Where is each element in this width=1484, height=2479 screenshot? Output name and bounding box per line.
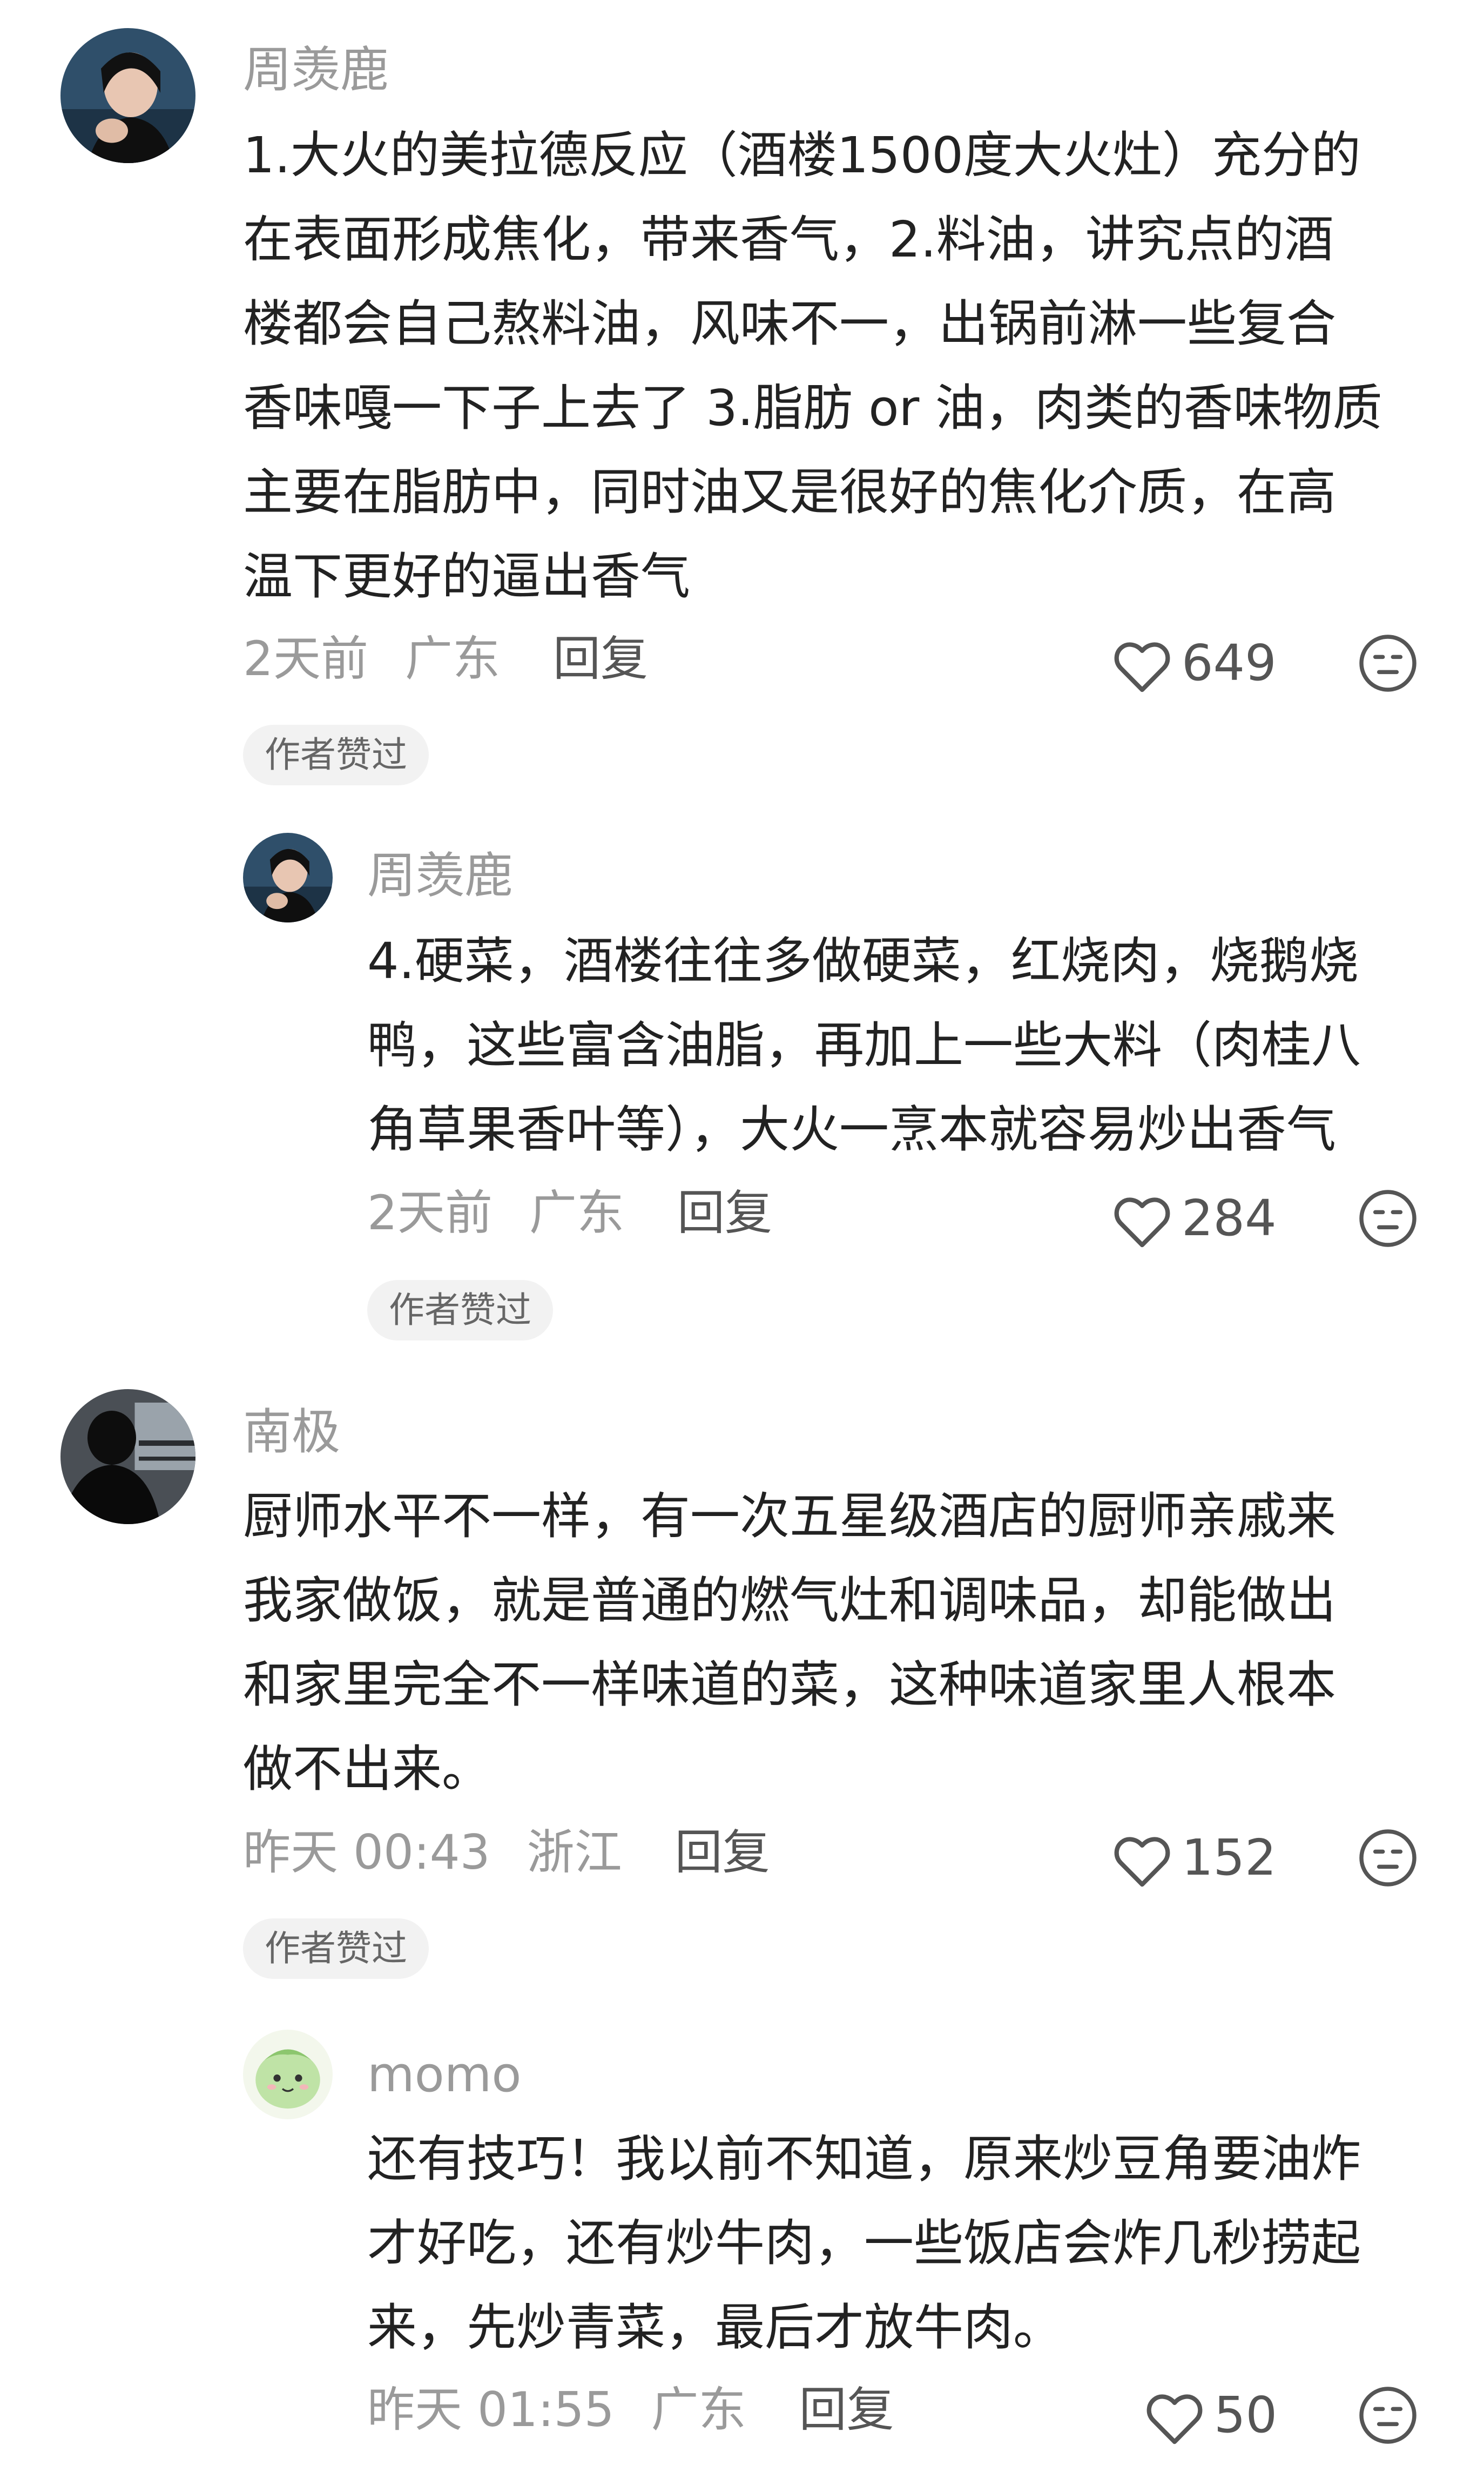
neutral-face-icon (1359, 1829, 1416, 1887)
comment-text: 厨师水平不一样，有一次五星级酒店的厨师亲戚来 我家做饭，就是普通的燃气灶和调味品… (243, 1474, 1336, 1811)
comment-item: 周羡鹿 1.大火的美拉德反应（酒楼1500度大火灶）充分的 在表面形成焦化，带来… (0, 0, 1484, 799)
heart-icon (1114, 642, 1170, 692)
reply-item: 周羡鹿 4.硬菜，酒楼往往多做硬菜，红烧肉，烧鹅烧 鸭，这些富含油脂，再加上一些… (0, 799, 1484, 1340)
comment-meta: 2天前 广东 回复 (367, 1186, 772, 1240)
reply-item: momo 还有技巧！我以前不知道，原来炒豆角要油炸 才好吃，还有炒牛肉，一些饭店… (0, 2009, 1484, 2479)
comment-line: 楼都会自己熬料油，风味不一，出锅前淋一些复合 (243, 295, 1337, 353)
comment-line: 香味嘎一下子上去了 3.脂肪 or 油，肉类的香味物质 (243, 379, 1382, 437)
emoji-button[interactable] (1358, 1188, 1418, 1249)
like-count: 50 (1214, 2386, 1278, 2444)
like-count: 649 (1182, 634, 1277, 692)
comment-line: 在表面形成焦化，带来香气，2.料油，讲究点的酒 (243, 211, 1334, 268)
username[interactable]: 南极 (243, 1405, 340, 1459)
comment-location: 广东 (651, 2382, 746, 2437)
man-silhouette-avatar-icon (60, 1389, 195, 1524)
comment-line: 还有技巧！我以前不知道，原来炒豆角要油炸 (367, 2130, 1361, 2188)
emoji-button[interactable] (1358, 1828, 1418, 1888)
username[interactable]: 周羡鹿 (367, 849, 513, 903)
comment-time: 2天前 (367, 1185, 493, 1241)
comment-text: 还有技巧！我以前不知道，原来炒豆角要油炸 才好吃，还有炒牛肉，一些饭店会炸几秒捞… (367, 2117, 1361, 2370)
comment-line: 厨师水平不一样，有一次五星级酒店的厨师亲戚来 (243, 1487, 1337, 1545)
like-button[interactable]: 649 (1112, 636, 1277, 693)
like-button[interactable]: 50 (1145, 2388, 1277, 2446)
comment-text: 1.大火的美拉德反应（酒楼1500度大火灶）充分的 在表面形成焦化，带来香气，2… (243, 113, 1382, 619)
comment-time: 昨天 00:43 (243, 1824, 490, 1880)
heart-icon (1114, 1837, 1170, 1887)
user-avatar[interactable] (243, 833, 333, 922)
reply-button[interactable]: 回复 (553, 631, 648, 686)
comment-line: 角草果香叶等），大火一烹本就容易炒出香气 (367, 1101, 1337, 1158)
comment-meta: 2天前 广东 回复 (243, 632, 648, 686)
username[interactable]: 周羡鹿 (243, 43, 389, 97)
user-avatar[interactable] (60, 1389, 195, 1524)
author-liked-badge: 作者赞过 (243, 725, 429, 785)
comment-location: 浙江 (527, 1824, 622, 1880)
user-avatar[interactable] (60, 28, 195, 163)
comment-item: 南极 厨师水平不一样，有一次五星级酒店的厨师亲戚来 我家做饭，就是普通的燃气灶和… (0, 1383, 1484, 2009)
heart-icon (1146, 2394, 1203, 2444)
comment-location: 广东 (529, 1185, 624, 1241)
comment-meta: 昨天 00:43 浙江 回复 (243, 1825, 770, 1880)
comment-line: 鸭，这些富含油脂，再加上一些大料（肉桂八 (367, 1016, 1361, 1074)
comment-line: 温下更好的逼出香气 (243, 548, 691, 605)
comment-line: 和家里完全不一样味道的菜，这种味道家里人根本 (243, 1656, 1337, 1714)
like-button[interactable]: 284 (1112, 1191, 1277, 1249)
neutral-face-icon (1359, 1190, 1416, 1247)
cartoon-character-avatar-icon (243, 2030, 333, 2119)
comment-line: 我家做饭，就是普通的燃气灶和调味品，却能做出 (243, 1572, 1337, 1629)
woman-portrait-avatar-icon (243, 833, 333, 922)
username[interactable]: momo (367, 2048, 521, 2102)
comment-time: 昨天 01:55 (367, 2382, 615, 2437)
comment-line: 才好吃，还有炒牛肉，一些饭店会炸几秒捞起 (367, 2214, 1361, 2272)
reply-button[interactable]: 回复 (799, 2382, 894, 2437)
author-liked-badge: 作者赞过 (367, 1280, 553, 1340)
comment-line: 来，先炒青菜，最后才放牛肉。 (367, 2299, 1063, 2356)
emoji-button[interactable] (1358, 2385, 1418, 2446)
user-avatar[interactable] (243, 2030, 333, 2119)
like-count: 152 (1182, 1829, 1277, 1887)
emoji-button[interactable] (1358, 633, 1418, 693)
neutral-face-icon (1359, 635, 1416, 692)
heart-icon (1114, 1197, 1170, 1247)
like-count: 284 (1182, 1189, 1277, 1247)
reply-button[interactable]: 回复 (675, 1824, 770, 1880)
comment-meta: 昨天 01:55 广东 回复 (367, 2383, 894, 2437)
neutral-face-icon (1359, 2387, 1416, 2444)
comment-line: 主要在脂肪中，同时油又是很好的焦化介质，在高 (243, 463, 1337, 521)
comment-time: 2天前 (243, 631, 368, 686)
reply-button[interactable]: 回复 (677, 1185, 772, 1241)
author-liked-badge: 作者赞过 (243, 1918, 429, 1979)
like-button[interactable]: 152 (1112, 1831, 1277, 1888)
woman-portrait-avatar-icon (60, 28, 195, 163)
comment-line: 1.大火的美拉德反应（酒楼1500度大火灶）充分的 (243, 126, 1361, 184)
comment-location: 广东 (404, 631, 500, 686)
comment-line: 做不出来。 (243, 1740, 492, 1798)
comment-text: 4.硬菜，酒楼往往多做硬菜，红烧肉，烧鹅烧 鸭，这些富含油脂，再加上一些大料（肉… (367, 919, 1361, 1172)
comment-line: 4.硬菜，酒楼往往多做硬菜，红烧肉，烧鹅烧 (367, 932, 1359, 990)
